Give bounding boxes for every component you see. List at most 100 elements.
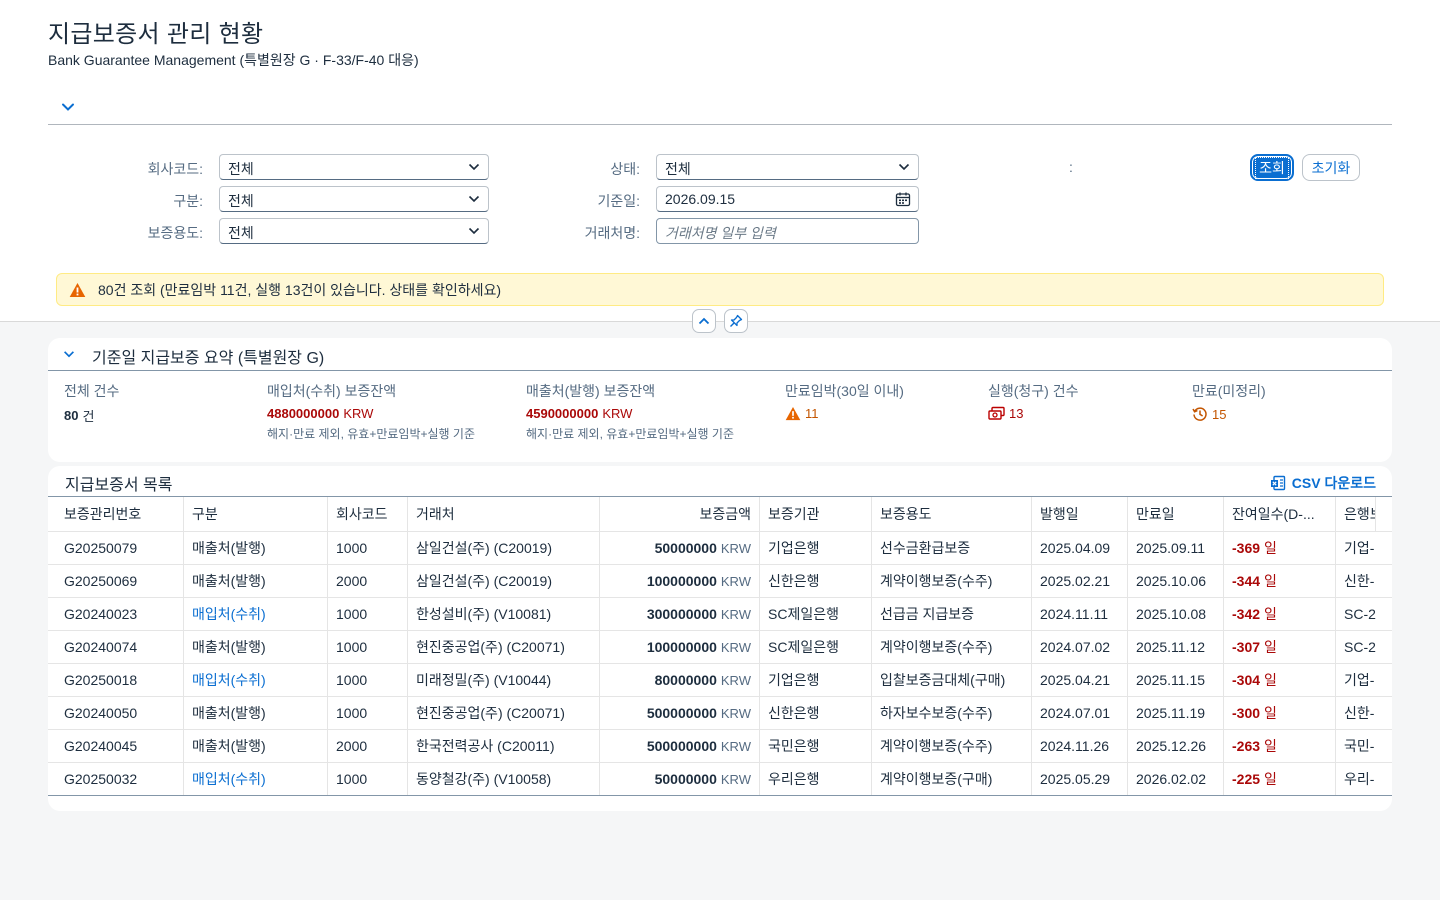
days-unit: 일 xyxy=(1264,672,1277,688)
csv-download-button[interactable]: CSV 다운로드 xyxy=(1270,473,1376,493)
remaining-days-cell: -304 일 xyxy=(1224,664,1336,696)
expiry-cell: 2025.09.11 xyxy=(1128,532,1224,564)
column-header[interactable]: 은행보 xyxy=(1336,497,1376,531)
kpi-claimed: 실행(청구) 건수 13 xyxy=(988,381,1079,421)
kpi-expired: 만료(미정리) 15 xyxy=(1192,381,1266,422)
table-row[interactable]: G20250079 매출처(발행) 1000 삼일건설(주) (C20019) 5000… xyxy=(48,532,1392,565)
kpi-purchase-balance: 매입처(수취) 보증잔액 4880000000 KRW 해지·만료 제외, 유효+… xyxy=(267,381,475,442)
expiry-cell: 2026.02.02 xyxy=(1128,763,1224,795)
chevron-down-icon xyxy=(898,163,910,171)
column-header[interactable]: 보증금액 xyxy=(600,497,760,531)
table-header-row: 보증관리번호 구분 회사코드 거래처 보증금액 보증기관 보증용도 발행일 만료… xyxy=(48,497,1392,532)
partner-cell: 미래정밀(주) (V10044) xyxy=(408,664,600,696)
search-button[interactable]: 조회 xyxy=(1250,154,1294,181)
type-cell: 매출처(발행) xyxy=(184,565,328,597)
partner-name-label: 거래처명: xyxy=(584,225,640,241)
table-row[interactable]: G20250069 매출처(발행) 2000 삼일건설(주) (C20019) 1000… xyxy=(48,565,1392,598)
amount-value: 100000000 xyxy=(646,639,717,655)
column-header[interactable]: 발행일 xyxy=(1032,497,1128,531)
id-cell: G20240050 xyxy=(48,697,184,729)
remaining-days-cell: -344 일 xyxy=(1224,565,1336,597)
days-unit: 일 xyxy=(1264,606,1277,622)
bank-ref-cell: 신한- xyxy=(1344,705,1375,721)
kpi-value: 4880000000 KRW xyxy=(267,406,475,421)
expiry-cell: 2025.10.08 xyxy=(1128,598,1224,630)
purpose-cell: 계약이행보증(수주) xyxy=(872,730,1032,762)
status-select[interactable]: 전체 xyxy=(656,154,919,180)
column-header[interactable]: 거래처 xyxy=(408,497,600,531)
claimed-count-value: 13 xyxy=(1009,406,1024,421)
type-cell[interactable]: 매입처(수취) xyxy=(184,763,328,795)
company-cell: 2000 xyxy=(328,730,408,762)
expiry-cell: 2025.11.19 xyxy=(1128,697,1224,729)
type-cell[interactable]: 매입처(수취) xyxy=(184,664,328,696)
company-cell: 1000 xyxy=(328,631,408,663)
partner-cell: 한성설비(주) (V10081) xyxy=(408,598,600,630)
expiry-cell: 2025.12.26 xyxy=(1128,730,1224,762)
partner-cell: 동양철강(주) (V10058) xyxy=(408,763,600,795)
type-cell[interactable]: 매입처(수취) xyxy=(184,598,328,630)
table-row[interactable]: G20240074 매출처(발행) 1000 현진중공업(주) (C20071) 100… xyxy=(48,631,1392,664)
kpi-value: 80 건 xyxy=(64,406,119,425)
remaining-days-value: -263 xyxy=(1232,738,1261,754)
remaining-days-value: -369 xyxy=(1232,540,1261,556)
currency-unit: KRW xyxy=(720,639,751,655)
type-cell: 매출처(발행) xyxy=(184,532,328,564)
table-row[interactable]: G20250032 매입처(수취) 1000 동양철강(주) (V10058) 5000… xyxy=(48,763,1392,796)
column-header[interactable]: 구분 xyxy=(184,497,328,531)
reset-button[interactable]: 초기화 xyxy=(1302,154,1360,181)
partner-name-input[interactable]: 거래처명 일부 입력 xyxy=(656,218,919,244)
column-header[interactable]: 회사코드 xyxy=(328,497,408,531)
chevron-down-icon[interactable] xyxy=(62,347,76,361)
amount-cell: 300000000 KRW xyxy=(600,598,760,630)
kpi-value: 4590000000 KRW xyxy=(526,406,734,421)
expiry-cell: 2025.10.06 xyxy=(1128,565,1224,597)
sales-balance-value: 4590000000 xyxy=(526,406,599,421)
column-header[interactable]: 보증용도 xyxy=(872,497,1032,531)
remaining-days-cell: -307 일 xyxy=(1224,631,1336,663)
bank-ref-cell: SC-2 xyxy=(1344,606,1376,622)
purpose-select[interactable]: 전체 xyxy=(219,218,489,244)
type-cell: 매출처(발행) xyxy=(184,631,328,663)
warning-icon xyxy=(785,406,801,421)
column-header[interactable]: 만료일 xyxy=(1128,497,1224,531)
remaining-days-value: -225 xyxy=(1232,771,1261,787)
remaining-days-value: -307 xyxy=(1232,639,1261,655)
days-unit: 일 xyxy=(1264,639,1277,655)
table-row[interactable]: G20250018 매입처(수취) 1000 미래정밀(주) (V10044) 8000… xyxy=(48,664,1392,697)
expiring-count-value: 11 xyxy=(805,406,819,421)
bank-cell: SC제일은행 xyxy=(760,631,872,663)
bank-ref-cell: 국민- xyxy=(1344,738,1375,754)
chevron-down-icon[interactable] xyxy=(60,99,76,115)
kpi-label: 전체 건수 xyxy=(64,383,120,399)
table-row[interactable]: G20240023 매입처(수취) 1000 한성설비(주) (V10081) 3000… xyxy=(48,598,1392,631)
purpose-cell: 계약이행보증(수주) xyxy=(872,565,1032,597)
id-cell: G20250079 xyxy=(48,532,184,564)
bank-ref-cell: 신한- xyxy=(1344,573,1375,589)
type-select[interactable]: 전체 xyxy=(219,186,489,212)
calendar-icon[interactable] xyxy=(895,191,911,207)
company-code-select[interactable]: 전체 xyxy=(219,154,489,180)
table-row[interactable]: G20240050 매출처(발행) 1000 현진중공업(주) (C20071) 500… xyxy=(48,697,1392,730)
currency-unit: KRW xyxy=(720,540,751,556)
amount-cell: 50000000 KRW xyxy=(600,532,760,564)
kpi-label: 매출처(발행) 보증잔액 xyxy=(526,383,656,399)
kpi-label: 만료임박(30일 이내) xyxy=(785,383,904,399)
remaining-days-value: -344 xyxy=(1232,573,1261,589)
currency-unit: KRW xyxy=(720,738,751,754)
excel-export-icon xyxy=(1270,475,1285,491)
column-header[interactable]: 잔여일수(D-... xyxy=(1224,497,1336,531)
column-header[interactable]: 보증기관 xyxy=(760,497,872,531)
money-bills-icon xyxy=(988,406,1005,420)
column-header[interactable]: 보증관리번호 xyxy=(48,497,184,531)
purpose-cell: 선급금 지급보증 xyxy=(872,598,1032,630)
purpose-cell: 선수금환급보증 xyxy=(872,532,1032,564)
pin-header-button[interactable] xyxy=(724,309,748,333)
bank-cell: SC제일은행 xyxy=(760,598,872,630)
bank-ref-cell: 우리- xyxy=(1344,771,1375,787)
base-date-picker[interactable]: 2026.09.15 xyxy=(656,186,919,212)
collapse-header-button[interactable] xyxy=(692,309,716,333)
table-row[interactable]: G20240045 매출처(발행) 2000 한국전력공사 (C20011) 50000… xyxy=(48,730,1392,763)
company-cell: 2000 xyxy=(328,565,408,597)
company-cell: 1000 xyxy=(328,697,408,729)
